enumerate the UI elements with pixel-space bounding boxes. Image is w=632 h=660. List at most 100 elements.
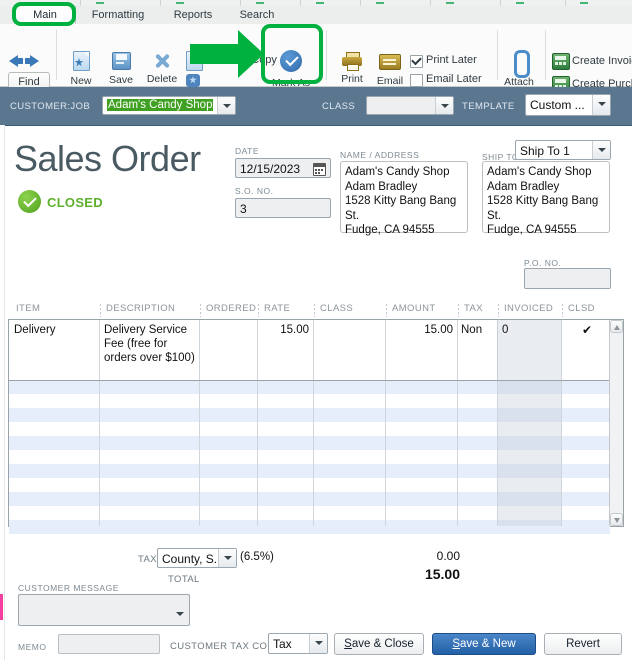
class-select[interactable] bbox=[366, 96, 454, 115]
ship-to-address-field[interactable]: Adam's Candy Shop Adam Bradley 1528 Kitt… bbox=[482, 161, 610, 236]
customer-job-value: Adam's Candy Shop bbox=[107, 99, 214, 111]
date-field[interactable]: 12/15/2023 bbox=[235, 158, 331, 178]
email-button[interactable]: Email bbox=[372, 54, 408, 87]
template-value: Custom ... bbox=[530, 98, 585, 112]
po-no-field[interactable] bbox=[524, 268, 611, 289]
cell-rate: 15.00 bbox=[280, 324, 309, 336]
line-items-grid: Delivery Delivery Service Fee (free for … bbox=[8, 319, 624, 534]
tab-reports[interactable]: Reports bbox=[162, 6, 224, 24]
delete-button[interactable]: Delete bbox=[142, 51, 182, 85]
create-invoice-icon[interactable] bbox=[552, 53, 570, 70]
tab-formatting[interactable]: Formatting bbox=[80, 6, 156, 24]
envelope-icon bbox=[379, 54, 401, 70]
table-row[interactable]: Delivery Delivery Service Fee (free for … bbox=[9, 320, 610, 381]
customer-message-dropdown-arrow-icon[interactable] bbox=[171, 605, 184, 616]
email-later-label[interactable]: Email Later bbox=[426, 73, 482, 85]
memo-label: MEMO bbox=[18, 642, 47, 652]
scroll-up-button[interactable] bbox=[610, 320, 623, 333]
ship-to-value: Ship To 1 bbox=[520, 144, 570, 158]
customer-message-select[interactable] bbox=[18, 594, 190, 626]
previous-arrow-icon[interactable] bbox=[9, 55, 23, 67]
template-select[interactable]: Custom ... bbox=[525, 94, 611, 116]
print-later-checkbox[interactable] bbox=[410, 55, 423, 68]
customer-job-select[interactable]: Adam's Candy Shop bbox=[102, 96, 236, 115]
ship-to-select[interactable]: Ship To 1 bbox=[515, 140, 611, 160]
col-header-rate: RATE bbox=[264, 303, 291, 314]
delete-x-icon bbox=[153, 51, 171, 69]
customer-job-label: CUSTOMER:JOB bbox=[10, 101, 91, 112]
ribbon-tab-bar: Main Formatting Reports Search bbox=[0, 6, 632, 25]
customer-tax-code-label: CUSTOMER TAX CODE bbox=[170, 641, 282, 652]
revert-button[interactable]: Revert bbox=[544, 633, 622, 655]
email-later-checkbox[interactable] bbox=[410, 74, 423, 87]
customer-job-dropdown-arrow-icon[interactable] bbox=[217, 97, 235, 114]
printer-icon bbox=[342, 52, 362, 71]
tab-main[interactable]: Main bbox=[14, 6, 76, 25]
class-dropdown-arrow-icon[interactable] bbox=[435, 97, 453, 114]
line-items-header: ITEM DESCRIPTION ORDERED RATE CLASS AMOU… bbox=[8, 303, 624, 319]
grid-vertical-scrollbar[interactable] bbox=[609, 320, 623, 526]
cell-invoiced: 0 bbox=[502, 324, 509, 336]
tax-rate: (6.5%) bbox=[240, 551, 274, 563]
cell-amount: 15.00 bbox=[424, 324, 453, 336]
memorize-icon[interactable] bbox=[186, 74, 200, 87]
scroll-down-button[interactable] bbox=[610, 513, 623, 526]
col-header-invoiced: INVOICED bbox=[504, 303, 554, 314]
tab-search[interactable]: Search bbox=[228, 6, 286, 24]
paperclip-icon bbox=[512, 50, 530, 78]
closed-check-icon bbox=[18, 190, 41, 213]
next-arrow-icon[interactable] bbox=[25, 55, 39, 67]
col-header-tax: TAX bbox=[464, 303, 483, 314]
tax-amount: 0.00 bbox=[436, 549, 460, 563]
customer-tax-code-select[interactable]: Tax bbox=[268, 633, 328, 654]
so-no-value: 3 bbox=[240, 202, 247, 216]
customer-tax-code-value: Tax bbox=[273, 637, 292, 651]
so-no-field[interactable]: 3 bbox=[235, 198, 331, 218]
cell-item: Delivery bbox=[14, 324, 56, 336]
ship-to-dropdown-arrow-icon[interactable] bbox=[592, 141, 610, 159]
customer-tax-code-dropdown-arrow-icon[interactable] bbox=[309, 634, 327, 653]
save-and-new-button[interactable]: Save & New bbox=[432, 633, 536, 655]
so-no-label: S.O. NO. bbox=[235, 186, 274, 196]
customer-job-bar: CUSTOMER:JOB Adam's Candy Shop CLASS TEM… bbox=[0, 87, 632, 126]
print-button[interactable]: Print bbox=[334, 52, 370, 85]
ribbon-toolbar: Find New Save Delete Create a Copy Mark … bbox=[0, 24, 632, 100]
memo-field[interactable] bbox=[58, 634, 160, 654]
save-and-close-button[interactable]: Save & Close bbox=[334, 633, 424, 655]
date-value: 12/15/2023 bbox=[240, 162, 301, 176]
po-no-label: P.O. NO. bbox=[524, 258, 562, 268]
name-address-label: NAME / ADDRESS bbox=[340, 150, 420, 160]
tax-label: TAX bbox=[138, 554, 157, 565]
customer-message-label: CUSTOMER MESSAGE bbox=[18, 583, 119, 593]
new-button[interactable]: New bbox=[64, 51, 98, 87]
name-address-field[interactable]: Adam's Candy Shop Adam Bradley 1528 Kitt… bbox=[340, 161, 468, 236]
date-label: DATE bbox=[235, 146, 260, 156]
template-dropdown-arrow-icon[interactable] bbox=[592, 95, 610, 115]
tax-dropdown-arrow-icon[interactable] bbox=[218, 549, 236, 567]
calendar-icon[interactable] bbox=[313, 163, 326, 176]
quickbooks-sales-order-window: Main Formatting Reports Search Find New … bbox=[0, 0, 632, 660]
cell-description: Delivery Service Fee (free for orders ov… bbox=[104, 324, 195, 364]
pink-edge-marker bbox=[0, 594, 3, 620]
total-label: TOTAL bbox=[168, 574, 200, 585]
new-document-icon bbox=[72, 51, 90, 71]
page-left-edge bbox=[0, 125, 5, 660]
create-invoice-button[interactable]: Create Invoice bbox=[572, 55, 632, 67]
tax-select[interactable]: County, S... bbox=[157, 548, 237, 568]
cell-tax: Non bbox=[461, 324, 483, 336]
create-copy-icon[interactable] bbox=[186, 51, 203, 71]
save-button[interactable]: Save bbox=[104, 52, 138, 86]
mark-as-open-check-icon bbox=[280, 50, 302, 72]
print-later-label[interactable]: Print Later bbox=[426, 54, 477, 66]
invoiced-column-highlight bbox=[497, 380, 561, 526]
status-text: CLOSED bbox=[47, 195, 103, 210]
page-title: Sales Order bbox=[14, 138, 201, 179]
col-header-class: CLASS bbox=[320, 303, 354, 314]
class-label: CLASS bbox=[322, 101, 356, 112]
template-label: TEMPLATE bbox=[462, 101, 515, 112]
col-header-description: DESCRIPTION bbox=[106, 303, 176, 314]
col-header-item: ITEM bbox=[16, 303, 41, 314]
col-header-amount: AMOUNT bbox=[392, 303, 436, 314]
total-amount: 15.00 bbox=[424, 566, 460, 582]
col-header-clsd: CLSD bbox=[568, 303, 595, 314]
